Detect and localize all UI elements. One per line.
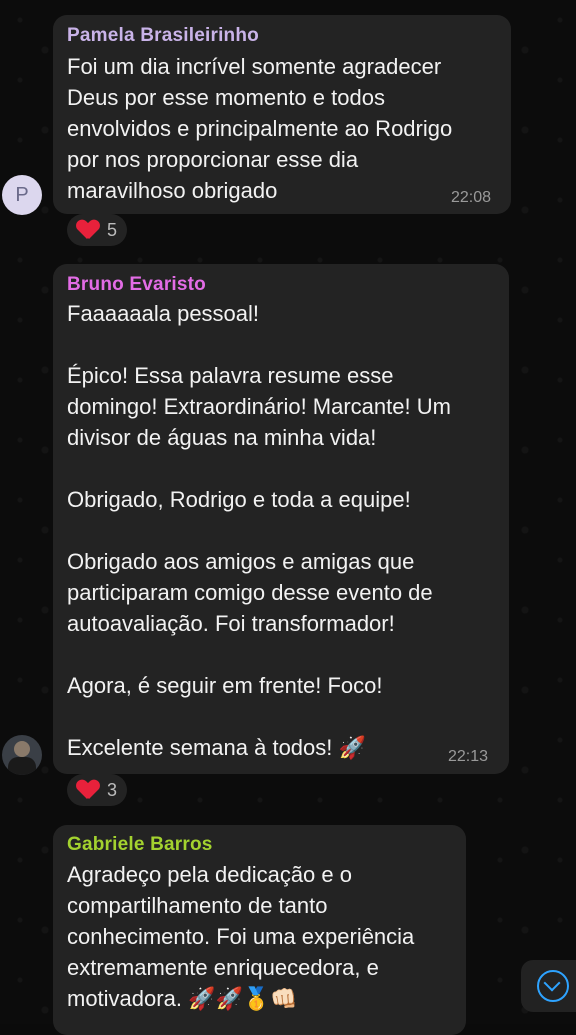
message-bubble[interactable]: Bruno Evaristo Faaaaaala pessoal! Épico!… <box>53 264 509 774</box>
reaction-badge[interactable]: 5 <box>67 214 128 246</box>
avatar-initial: P <box>15 183 29 206</box>
message-time: 22:08 <box>451 189 492 206</box>
scroll-down-button[interactable] <box>521 960 576 1012</box>
avatar[interactable]: P <box>2 175 42 215</box>
sender-name[interactable]: Bruno Evaristo <box>67 274 206 296</box>
reaction-count: 3 <box>107 779 118 800</box>
message-text: Foi um dia incrível somente agradecer De… <box>67 54 453 203</box>
message-text: Agradeço pela dedicação e o compartilham… <box>67 862 415 1011</box>
message-bubble[interactable]: Pamela Brasileirinho Foi um dia incrível… <box>53 15 511 214</box>
heart-icon <box>77 780 99 800</box>
message-time: 22:13 <box>448 748 489 765</box>
sender-name[interactable]: Gabriele Barros <box>67 834 213 856</box>
message-text: Faaaaaala pessoal! Épico! Essa palavra r… <box>67 301 451 760</box>
message-bubble[interactable]: Gabriele Barros Agradeço pela dedicação … <box>53 825 466 1035</box>
avatar[interactable] <box>2 735 42 775</box>
avatar-photo-body <box>8 757 36 775</box>
heart-icon <box>77 220 99 240</box>
reaction-count: 5 <box>107 219 118 240</box>
reaction-badge[interactable]: 3 <box>67 774 128 806</box>
avatar-photo <box>14 741 30 757</box>
sender-name[interactable]: Pamela Brasileirinho <box>67 25 259 47</box>
